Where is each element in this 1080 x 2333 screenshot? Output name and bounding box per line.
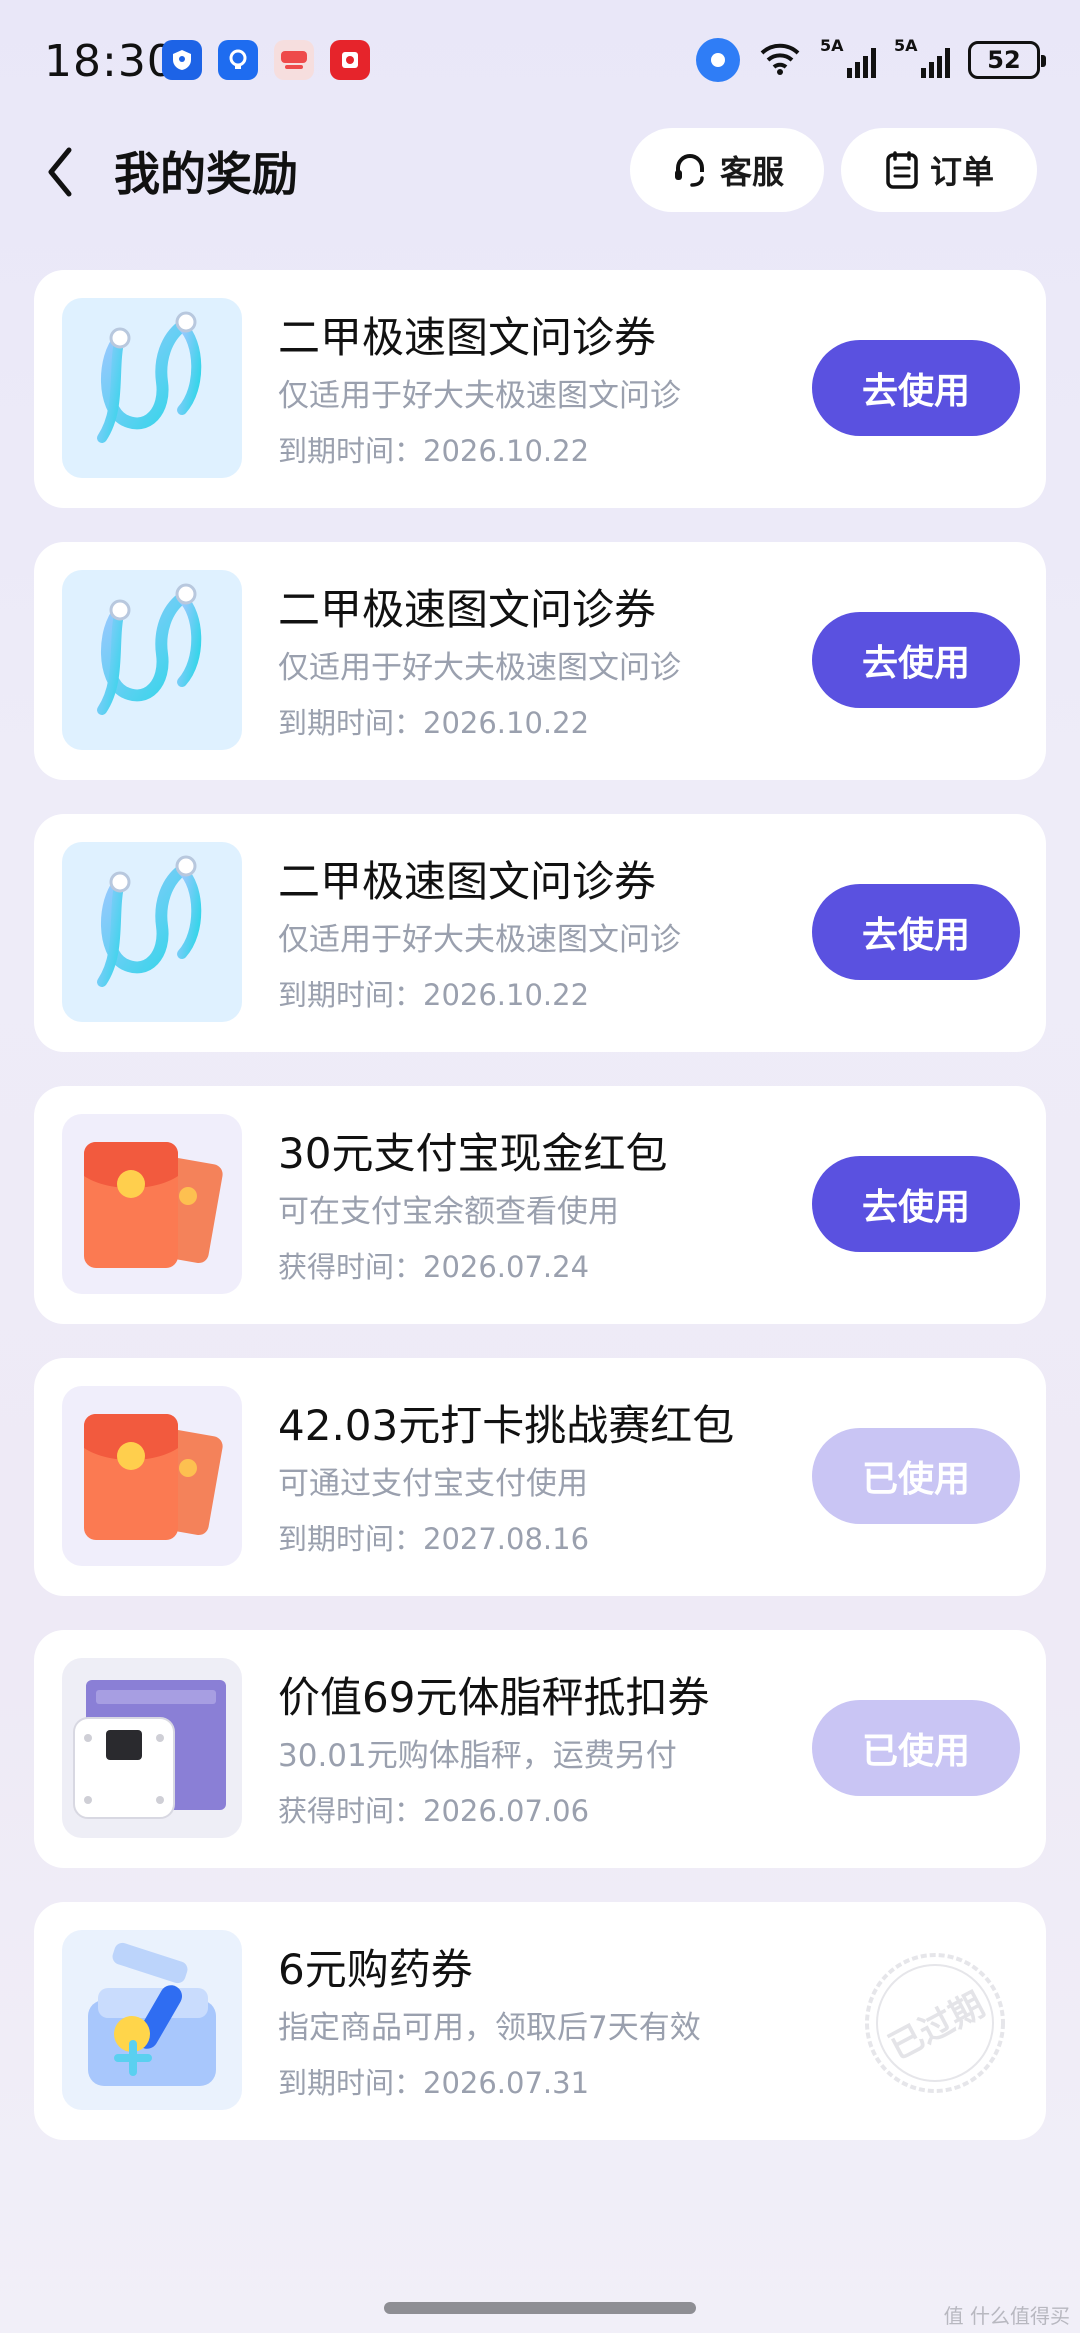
reward-description: 30.01元购体脂秤，运费另付 <box>278 1738 677 1774</box>
use-button[interactable]: 去使用 <box>812 340 1020 436</box>
reward-title: 42.03元打卡挑战赛红包 <box>278 1401 735 1450</box>
medicine-box-icon <box>62 1930 242 2110</box>
reward-card: 30元支付宝现金红包 可在支付宝余额查看使用 获得时间：2026.07.24 去… <box>34 1086 1046 1324</box>
order-list-icon <box>886 151 918 189</box>
watermark: 值 什么值得买 <box>943 2304 1070 2328</box>
reward-title: 二甲极速图文问诊券 <box>278 585 657 634</box>
orders-label: 订单 <box>929 153 994 191</box>
used-button[interactable]: 已使用 <box>812 1428 1020 1524</box>
reward-title: 二甲极速图文问诊券 <box>278 313 657 362</box>
orders-button[interactable]: 订单 <box>841 128 1037 212</box>
reward-description: 仅适用于好大夫极速图文问诊 <box>278 650 681 686</box>
wifi-icon <box>758 41 802 79</box>
reward-description: 可在支付宝余额查看使用 <box>278 1194 619 1230</box>
reward-title: 6元购药券 <box>278 1945 473 1994</box>
video-app-icon <box>330 40 370 80</box>
cellular-signal-2-icon: 5A <box>894 36 950 80</box>
reward-date: 到期时间：2026.07.31 <box>278 2066 590 2100</box>
reward-description: 可通过支付宝支付使用 <box>278 1466 588 1502</box>
red-envelope-icon <box>62 1114 242 1294</box>
status-indicators: 5A 5A 52 <box>696 36 1046 82</box>
body-fat-scale-icon <box>62 1658 242 1838</box>
reward-title: 价值69元体脂秤抵扣券 <box>278 1673 710 1722</box>
status-bar: 18:30 5A 5A 52 <box>0 0 1080 130</box>
reward-card: 二甲极速图文问诊券 仅适用于好大夫极速图文问诊 到期时间：2026.10.22 … <box>34 542 1046 780</box>
reward-card: 价值69元体脂秤抵扣券 30.01元购体脂秤，运费另付 获得时间：2026.07… <box>34 1630 1046 1868</box>
stethoscope-icon <box>62 842 242 1022</box>
reward-card: 42.03元打卡挑战赛红包 可通过支付宝支付使用 到期时间：2027.08.16… <box>34 1358 1046 1596</box>
reward-date: 到期时间：2026.10.22 <box>278 434 590 468</box>
reward-date: 获得时间：2026.07.06 <box>278 1794 590 1828</box>
use-button[interactable]: 去使用 <box>812 612 1020 708</box>
expired-stamp: 已过期 <box>860 1948 1010 2098</box>
stethoscope-icon <box>62 570 242 750</box>
reward-title: 30元支付宝现金红包 <box>278 1129 668 1178</box>
cellular-signal-1-icon: 5A <box>820 36 876 80</box>
red-envelope-icon <box>62 1386 242 1566</box>
headset-icon <box>674 154 704 187</box>
page-title: 我的奖励 <box>114 147 298 201</box>
reward-card: 二甲极速图文问诊券 仅适用于好大夫极速图文问诊 到期时间：2026.10.22 … <box>34 270 1046 508</box>
battery-icon: 52 <box>968 41 1046 79</box>
customer-service-label: 客服 <box>719 153 784 191</box>
reward-title: 二甲极速图文问诊券 <box>278 857 657 906</box>
status-time: 18:30 <box>44 36 176 87</box>
reward-description: 仅适用于好大夫极速图文问诊 <box>278 378 681 414</box>
reward-card: 二甲极速图文问诊券 仅适用于好大夫极速图文问诊 到期时间：2026.10.22 … <box>34 814 1046 1052</box>
reward-date: 获得时间：2026.07.24 <box>278 1250 590 1284</box>
used-button[interactable]: 已使用 <box>812 1700 1020 1796</box>
oppo-store-app-icon <box>274 40 314 80</box>
location-icon <box>696 38 740 82</box>
back-button[interactable] <box>40 140 80 204</box>
reward-description: 仅适用于好大夫极速图文问诊 <box>278 922 681 958</box>
use-button[interactable]: 去使用 <box>812 884 1020 980</box>
reward-date: 到期时间：2027.08.16 <box>278 1522 590 1556</box>
chevron-left-icon <box>48 147 72 197</box>
use-button[interactable]: 去使用 <box>812 1156 1020 1252</box>
customer-service-button[interactable]: 客服 <box>630 128 824 212</box>
stethoscope-icon <box>62 298 242 478</box>
page-header: 我的奖励 客服 订单 <box>0 126 1080 218</box>
home-indicator[interactable] <box>384 2302 696 2314</box>
notification-app-icons <box>162 40 370 80</box>
bulb-app-icon <box>218 40 258 80</box>
reward-date: 到期时间：2026.10.22 <box>278 978 590 1012</box>
security-app-icon <box>162 40 202 80</box>
reward-card: 6元购药券 指定商品可用，领取后7天有效 到期时间：2026.07.31 已过期 <box>34 1902 1046 2140</box>
reward-description: 指定商品可用，领取后7天有效 <box>278 2010 701 2046</box>
reward-date: 到期时间：2026.10.22 <box>278 706 590 740</box>
